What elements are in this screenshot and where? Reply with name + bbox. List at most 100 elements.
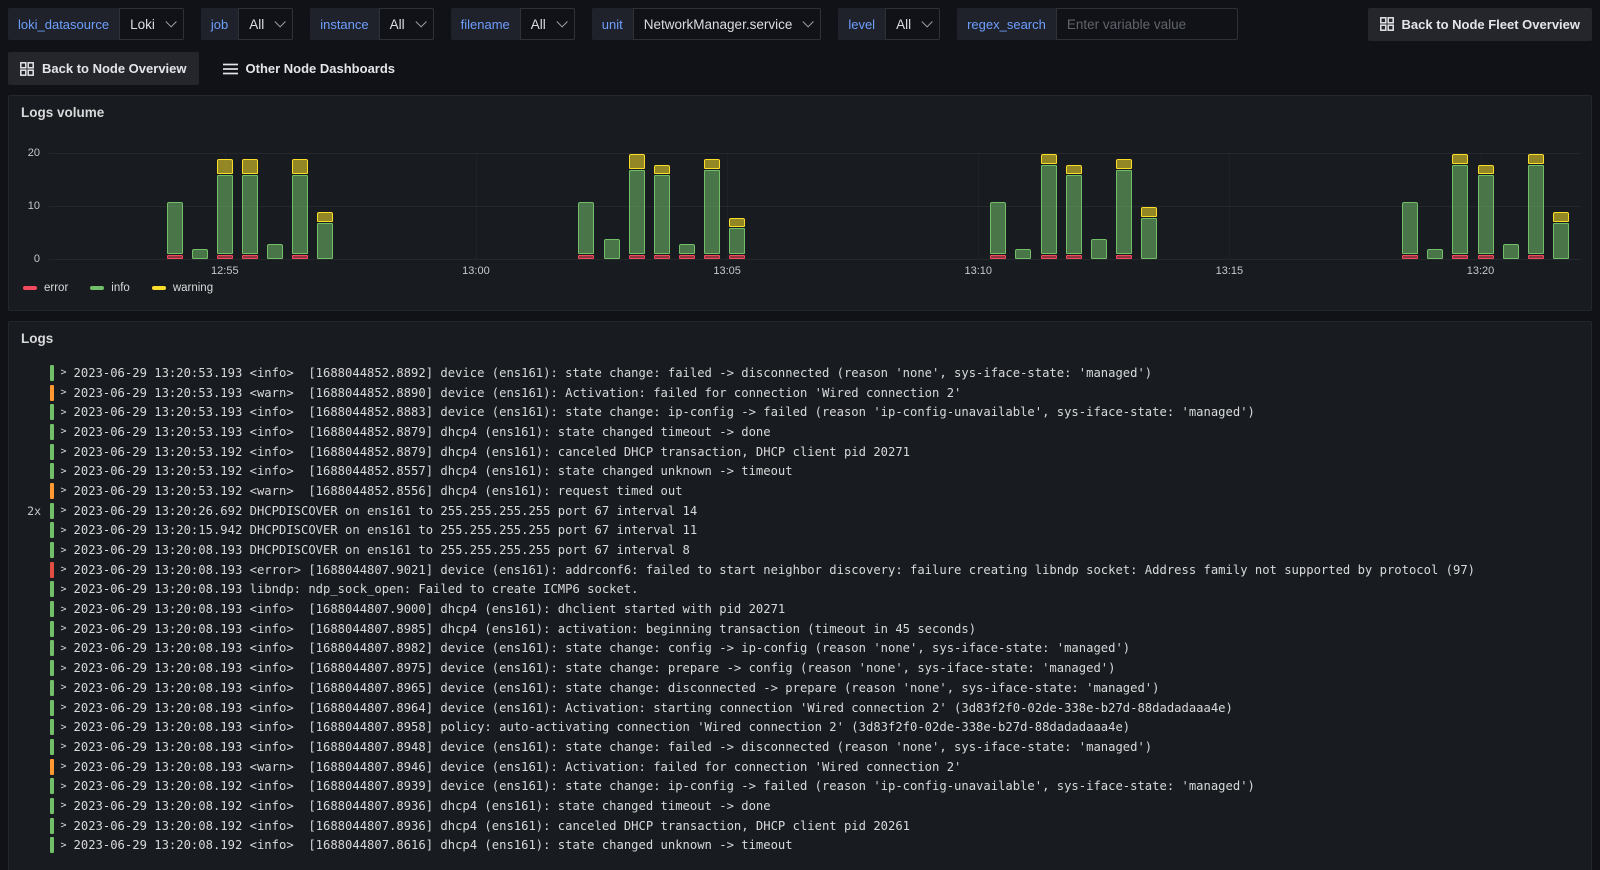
legend-item-error[interactable]: error <box>23 282 68 294</box>
expand-chevron-icon[interactable]: > <box>61 722 67 733</box>
bar-segment-info[interactable] <box>578 201 595 254</box>
bar-segment-warning[interactable] <box>704 159 721 169</box>
log-row[interactable]: >2023-06-29 13:20:08.192 <info> [1688044… <box>13 796 1591 816</box>
bar-segment-error[interactable] <box>241 254 258 259</box>
bar-segment-error[interactable] <box>1477 254 1494 259</box>
bar-segment-info[interactable] <box>628 169 645 254</box>
bar-segment-info[interactable] <box>729 228 746 254</box>
log-row[interactable]: >2023-06-29 13:20:08.193 <info> [1688044… <box>13 717 1591 737</box>
bar-segment-info[interactable] <box>603 238 620 259</box>
expand-chevron-icon[interactable]: > <box>61 682 67 693</box>
regex-search-input[interactable] <box>1055 8 1238 40</box>
expand-chevron-icon[interactable]: > <box>61 387 67 398</box>
bar-segment-error[interactable] <box>1527 254 1544 259</box>
bar-segment-warning[interactable] <box>729 217 746 228</box>
log-row[interactable]: >2023-06-29 13:20:53.192 <info> [1688044… <box>13 461 1591 481</box>
expand-chevron-icon[interactable]: > <box>61 525 67 536</box>
bar-segment-info[interactable] <box>1552 222 1569 259</box>
bar-segment-warning[interactable] <box>653 164 670 175</box>
variable-value-dropdown[interactable]: NetworkManager.service <box>632 8 822 40</box>
expand-chevron-icon[interactable]: > <box>61 367 67 378</box>
log-row[interactable]: >2023-06-29 13:20:53.193 <info> [1688044… <box>13 402 1591 422</box>
log-row[interactable]: >2023-06-29 13:20:08.193 <info> [1688044… <box>13 639 1591 659</box>
bar-segment-warning[interactable] <box>1141 207 1158 217</box>
panel-title[interactable]: Logs volume <box>9 96 1591 120</box>
log-row[interactable]: >2023-06-29 13:20:08.192 <info> [1688044… <box>13 776 1591 796</box>
bar-segment-info[interactable] <box>1452 164 1469 254</box>
variable-value-dropdown[interactable]: Loki <box>119 8 184 40</box>
bar-segment-info[interactable] <box>1527 164 1544 254</box>
bar-segment-info[interactable] <box>1477 175 1494 254</box>
bar-segment-info[interactable] <box>317 222 334 259</box>
bar-segment-error[interactable] <box>1402 254 1419 259</box>
variable-value-dropdown[interactable]: All <box>238 8 294 40</box>
bar-segment-error[interactable] <box>704 254 721 259</box>
variable-value-dropdown[interactable]: All <box>519 8 575 40</box>
expand-chevron-icon[interactable]: > <box>61 426 67 437</box>
bar-segment-info[interactable] <box>191 249 208 259</box>
bar-segment-warning[interactable] <box>317 212 334 222</box>
log-row[interactable]: >2023-06-29 13:20:53.192 <warn> [1688044… <box>13 481 1591 501</box>
bar-segment-info[interactable] <box>1115 169 1132 254</box>
back-to-node-overview-button[interactable]: Back to Node Overview <box>8 52 199 85</box>
variable-value-dropdown[interactable]: All <box>885 8 941 40</box>
log-row[interactable]: >2023-06-29 13:20:08.193 <info> [1688044… <box>13 737 1591 757</box>
log-row[interactable]: >2023-06-29 13:20:08.193 libndp: ndp_soc… <box>13 580 1591 600</box>
bar-segment-info[interactable] <box>990 201 1007 254</box>
bar-segment-info[interactable] <box>1502 244 1519 259</box>
back-to-node-fleet-overview-button[interactable]: Back to Node Fleet Overview <box>1367 7 1592 41</box>
expand-chevron-icon[interactable]: > <box>61 623 67 634</box>
bar-segment-error[interactable] <box>990 254 1007 259</box>
expand-chevron-icon[interactable]: > <box>61 505 67 516</box>
bar-segment-error[interactable] <box>166 254 183 259</box>
bar-segment-warning[interactable] <box>1527 154 1544 164</box>
panel-title[interactable]: Logs <box>9 322 1591 346</box>
expand-chevron-icon[interactable]: > <box>61 800 67 811</box>
expand-chevron-icon[interactable]: > <box>61 407 67 418</box>
log-row[interactable]: >2023-06-29 13:20:08.192 <info> [1688044… <box>13 836 1591 856</box>
bar-segment-error[interactable] <box>292 254 309 259</box>
logs-volume-chart[interactable]: 0 10 20 12:55 13:00 13:05 13:10 13:15 13:20 <box>28 147 1581 277</box>
log-row[interactable]: >2023-06-29 13:20:53.193 <info> [1688044… <box>13 422 1591 442</box>
expand-chevron-icon[interactable]: > <box>61 702 67 713</box>
bar-segment-info[interactable] <box>1402 201 1419 254</box>
log-row[interactable]: >2023-06-29 13:20:15.942 DHCPDISCOVER on… <box>13 521 1591 541</box>
bar-segment-warning[interactable] <box>628 154 645 169</box>
variable-value-dropdown[interactable]: All <box>378 8 434 40</box>
bar-segment-error[interactable] <box>1452 254 1469 259</box>
bar-segment-error[interactable] <box>729 254 746 259</box>
expand-chevron-icon[interactable]: > <box>61 643 67 654</box>
bar-segment-info[interactable] <box>1065 175 1082 254</box>
bar-segment-info[interactable] <box>216 175 233 254</box>
log-row[interactable]: >2023-06-29 13:20:08.193 <info> [1688044… <box>13 599 1591 619</box>
bar-segment-error[interactable] <box>678 254 695 259</box>
expand-chevron-icon[interactable]: > <box>61 761 67 772</box>
bar-segment-info[interactable] <box>653 175 670 254</box>
log-row[interactable]: >2023-06-29 13:20:08.193 <warn> [1688044… <box>13 757 1591 777</box>
log-row[interactable]: >2023-06-29 13:20:53.193 <warn> [1688044… <box>13 383 1591 403</box>
expand-chevron-icon[interactable]: > <box>61 584 67 595</box>
bar-segment-error[interactable] <box>653 254 670 259</box>
log-row[interactable]: >2023-06-29 13:20:53.192 <info> [1688044… <box>13 442 1591 462</box>
bar-segment-error[interactable] <box>578 254 595 259</box>
bar-segment-info[interactable] <box>1090 238 1107 259</box>
bar-segment-error[interactable] <box>1115 254 1132 259</box>
log-row[interactable]: >2023-06-29 13:20:08.193 <info> [1688044… <box>13 658 1591 678</box>
expand-chevron-icon[interactable]: > <box>61 781 67 792</box>
bar-segment-warning[interactable] <box>241 159 258 175</box>
bar-segment-info[interactable] <box>267 244 284 259</box>
bar-segment-warning[interactable] <box>1115 159 1132 169</box>
bar-segment-info[interactable] <box>678 244 695 254</box>
bar-segment-warning[interactable] <box>1040 154 1057 164</box>
other-node-dashboards-link[interactable]: Other Node Dashboards <box>211 52 408 85</box>
bar-segment-warning[interactable] <box>1477 164 1494 175</box>
legend-item-info[interactable]: info <box>90 282 130 294</box>
expand-chevron-icon[interactable]: > <box>61 604 67 615</box>
bar-segment-warning[interactable] <box>216 159 233 175</box>
legend-item-warning[interactable]: warning <box>151 282 213 294</box>
bar-segment-info[interactable] <box>1427 249 1444 259</box>
expand-chevron-icon[interactable]: > <box>61 485 67 496</box>
log-row[interactable]: >2023-06-29 13:20:08.192 <info> [1688044… <box>13 816 1591 836</box>
bar-segment-warning[interactable] <box>292 159 309 175</box>
bar-segment-info[interactable] <box>1015 249 1032 259</box>
